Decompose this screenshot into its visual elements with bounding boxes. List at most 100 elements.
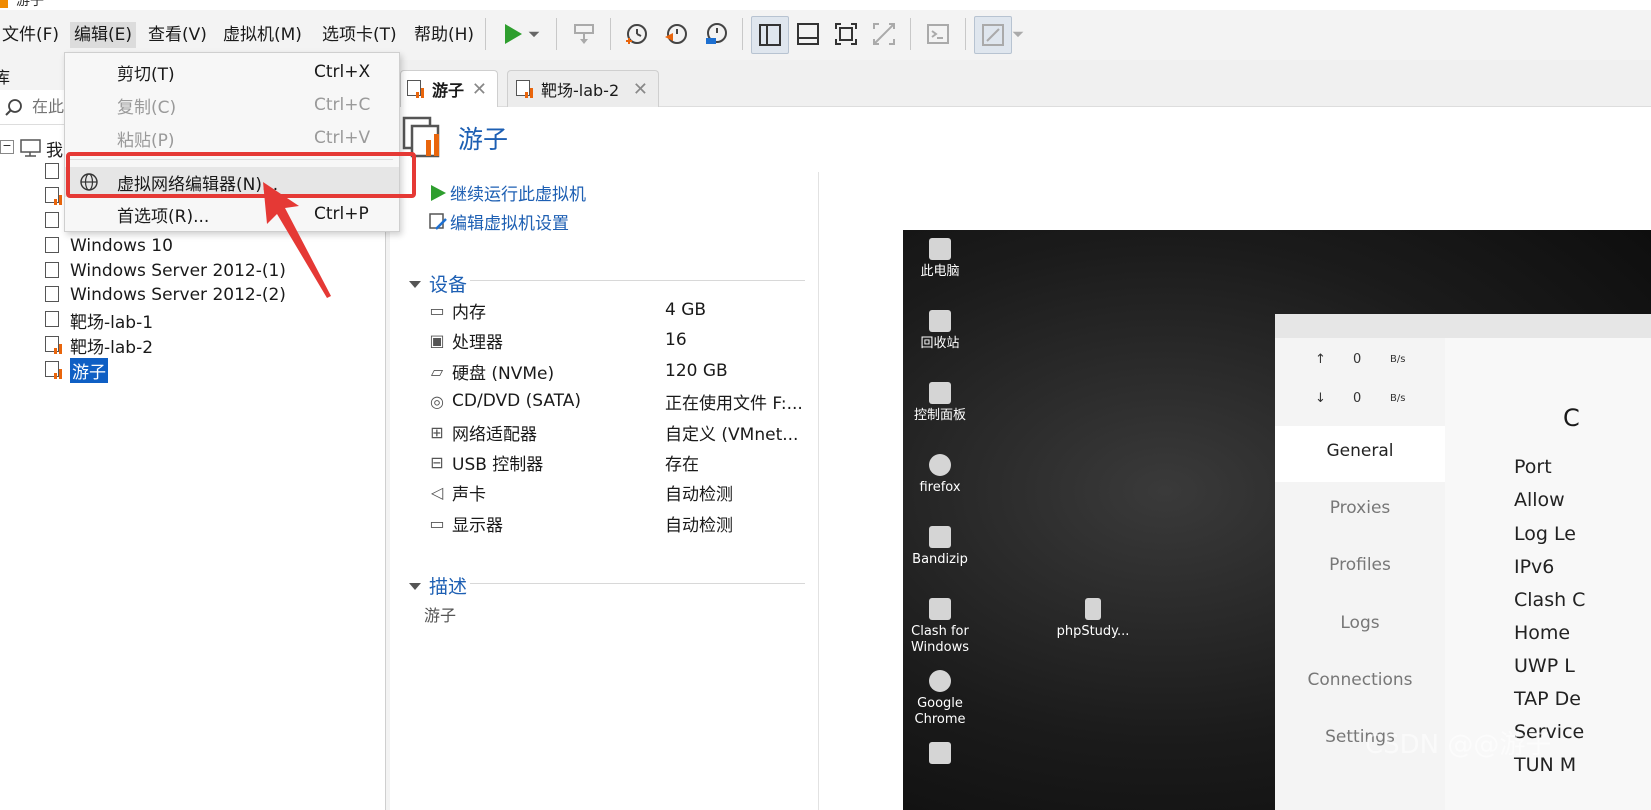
vm-title: 游子: [458, 125, 509, 154]
clash-nav-proxies[interactable]: Proxies: [1275, 498, 1445, 518]
menu-item-cut[interactable]: 剪切(T) Ctrl+X: [65, 57, 399, 87]
vm-screen-preview[interactable]: 此电脑 回收站 控制面板 firefox Bandizip Clash for …: [903, 230, 1651, 810]
device-row-usb[interactable]: ⊟ USB 控制器 存在: [426, 448, 806, 476]
device-row-cpu[interactable]: ▣ 处理器 16: [426, 326, 806, 354]
menu-item-shortcut: Ctrl+V: [314, 128, 371, 148]
clash-nav-logs[interactable]: Logs: [1275, 613, 1445, 633]
tab-lab-2[interactable]: 靶场-lab-2 ✕: [507, 70, 659, 107]
menu-vm[interactable]: 虚拟机(M): [221, 22, 304, 48]
upload-arrow-icon: ↑: [1315, 352, 1326, 367]
tree-vm-ws2012-2[interactable]: Windows Server 2012-(2): [45, 283, 286, 307]
device-value: 自动检测: [665, 484, 733, 505]
desktop-icon-bandizip[interactable]: Bandizip: [903, 526, 985, 568]
desktop-icon-chrome[interactable]: Google Chrome: [903, 670, 985, 728]
desktop-icon-phpstudy[interactable]: phpStudy...: [1048, 598, 1138, 640]
fullscreen-icon[interactable]: [828, 16, 864, 52]
device-value: 16: [665, 330, 687, 350]
clash-section-title: C: [1563, 404, 1580, 432]
device-row-disk[interactable]: ▱ 硬盘 (NVMe) 120 GB: [426, 357, 806, 385]
resume-vm-link[interactable]: 继续运行此虚拟机: [428, 180, 586, 205]
vm-label: Windows Server 2012-(1): [70, 261, 286, 281]
close-icon[interactable]: ✕: [633, 79, 648, 100]
device-row-display[interactable]: ▭ 显示器 自动检测: [426, 509, 806, 537]
toolbar-separator: [556, 18, 557, 50]
clash-setting-label: TAP De: [1514, 688, 1581, 710]
desktop-icon-firefox[interactable]: firefox: [903, 454, 985, 496]
devices-section-header[interactable]: 设备: [408, 270, 467, 297]
device-row-sound[interactable]: ◁ 声卡 自动检测: [426, 478, 806, 506]
desktop-icon-this-pc[interactable]: 此电脑: [903, 238, 985, 280]
menu-file[interactable]: 文件(F): [0, 22, 61, 48]
device-row-cd[interactable]: ◎ CD/DVD (SATA) 正在使用文件 F:...: [426, 387, 806, 415]
tree-vm-lab-2[interactable]: 靶场-lab-2: [45, 333, 153, 358]
menu-help[interactable]: 帮助(H): [412, 22, 476, 48]
desktop-icon-label: 控制面板: [913, 408, 966, 423]
desktop-icon-label: Google Chrome: [914, 696, 966, 727]
vm-icon: [45, 311, 63, 329]
edit-vm-settings-label: 编辑虚拟机设置: [450, 214, 569, 234]
menu-tabs[interactable]: 选项卡(T): [320, 22, 399, 48]
devices-title: 设备: [429, 274, 468, 296]
device-name: 硬盘 (NVMe): [452, 363, 555, 384]
desktop-icon-control-panel[interactable]: 控制面板: [903, 382, 985, 424]
network-icon: ⊞: [430, 422, 444, 442]
thumbnail-view-icon[interactable]: [790, 16, 826, 52]
description-section-header[interactable]: 描述: [408, 572, 467, 599]
usb-icon: ⊟: [430, 452, 444, 472]
vm-icon: [45, 163, 63, 181]
revert-snapshot-icon[interactable]: [658, 16, 694, 52]
vm-icon: [45, 237, 63, 255]
menu-view[interactable]: 查看(V): [146, 22, 209, 48]
tree-vm-ws2012-1[interactable]: Windows Server 2012-(1): [45, 259, 286, 283]
sidebar-view-icon[interactable]: [751, 16, 789, 54]
clash-setting-label: Allow: [1514, 489, 1565, 511]
tree-vm-windows-10[interactable]: Windows 10: [45, 234, 173, 258]
clash-nav-connections[interactable]: Connections: [1275, 670, 1445, 690]
menu-item-preferences[interactable]: 首选项(R)... Ctrl+P: [65, 199, 399, 229]
console-icon[interactable]: [920, 16, 956, 52]
toolbar-separator: [910, 18, 911, 50]
vm-label: Windows 10: [70, 236, 173, 256]
close-icon[interactable]: ✕: [472, 79, 487, 100]
device-row-memory[interactable]: ▭ 内存 4 GB: [426, 296, 806, 324]
dropdown-arrow-icon[interactable]: [524, 16, 544, 52]
desktop-icon-label: 回收站: [920, 336, 960, 351]
description-text: 游子: [424, 606, 457, 625]
stretch-icon[interactable]: [974, 16, 1012, 54]
tree-vm-lab-1[interactable]: 靶场-lab-1: [45, 308, 154, 333]
menu-item-shortcut: Ctrl+X: [314, 62, 371, 82]
send-keys-icon[interactable]: [566, 16, 602, 52]
clash-nav-general[interactable]: General: [1275, 441, 1445, 461]
resume-vm-label: 继续运行此虚拟机: [450, 185, 586, 205]
unity-icon[interactable]: [866, 16, 902, 52]
download-unit: B/s: [1390, 393, 1406, 404]
snapshot-icon[interactable]: [618, 16, 654, 52]
vm-icon: [45, 212, 63, 230]
menu-item-paste[interactable]: 粘贴(P) Ctrl+V: [65, 123, 399, 153]
desktop-icon-recycle-bin[interactable]: 回收站: [903, 310, 985, 352]
device-name: USB 控制器: [452, 454, 544, 475]
tab-youzi[interactable]: 游子 ✕: [400, 70, 498, 107]
vm-running-icon: [407, 80, 425, 98]
device-value: 存在: [665, 454, 699, 475]
device-row-network[interactable]: ⊞ 网络适配器 自定义 (VMnet...: [426, 418, 806, 446]
menu-edit[interactable]: 编辑(E): [70, 22, 137, 48]
tree-vm-youzi[interactable]: 游子: [45, 357, 108, 383]
device-name: 网络适配器: [452, 424, 537, 445]
desktop-icon-clash[interactable]: Clash for Windows: [903, 598, 985, 656]
toolbar-separator: [965, 18, 966, 50]
device-value: 正在使用文件 F:...: [665, 393, 803, 414]
collapse-toggle-icon[interactable]: −: [0, 140, 14, 154]
desktop-icon-label: phpStudy...: [1056, 624, 1130, 639]
watermark: CSDN @@游子: [1365, 730, 1552, 760]
edit-vm-settings-link[interactable]: 编辑虚拟机设置: [428, 209, 569, 234]
computer-icon: [20, 139, 41, 157]
annotation-highlight-box: [66, 152, 416, 198]
menu-item-copy[interactable]: 复制(C) Ctrl+C: [65, 90, 399, 120]
desktop-icon-file[interactable]: [903, 742, 985, 768]
clash-nav-profiles[interactable]: Profiles: [1275, 555, 1445, 575]
vm-running-icon: [45, 187, 63, 205]
stretch-dropdown-icon[interactable]: [1008, 16, 1028, 52]
snapshot-manager-icon[interactable]: [698, 16, 734, 52]
vm-label: 靶场-lab-1: [70, 312, 154, 333]
